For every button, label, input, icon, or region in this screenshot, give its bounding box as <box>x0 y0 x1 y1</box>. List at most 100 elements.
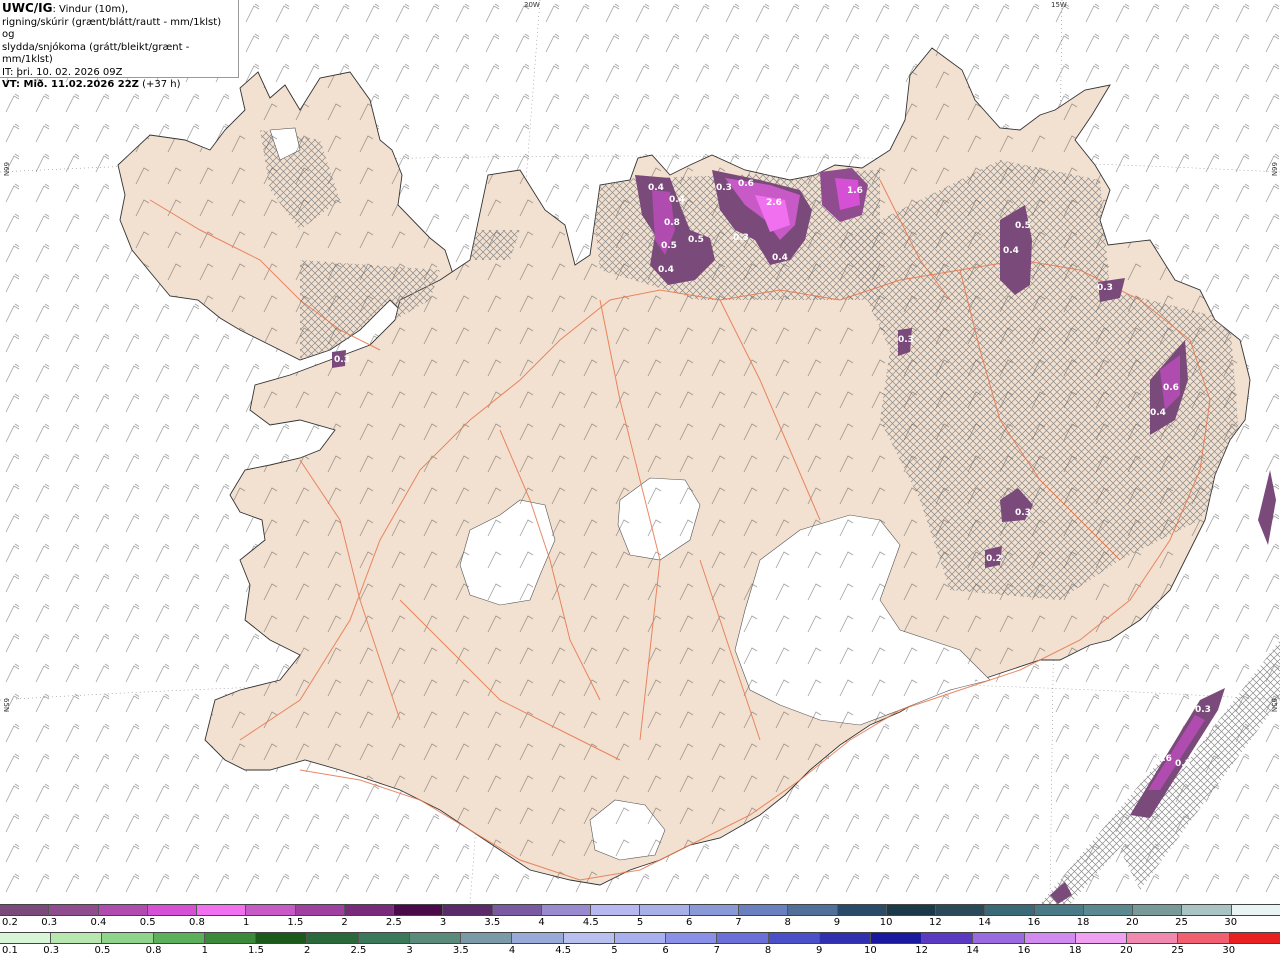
precip-label: 0.4 <box>1150 408 1166 418</box>
lat-label-left-65n: 65N <box>2 698 10 713</box>
rain-color-segment <box>1229 933 1280 943</box>
rain-tick-label: 3 <box>406 945 413 956</box>
snow-color-segment <box>640 905 690 915</box>
rain-tick-label: 0.3 <box>43 945 60 956</box>
rain-color-segment <box>922 933 974 943</box>
snow-tick-label: 6 <box>686 917 693 928</box>
rain-tick-label: 8 <box>764 945 772 956</box>
snow-tick-label: 1 <box>242 917 250 928</box>
rain-tick-label: 9 <box>816 945 823 956</box>
precip-label: 2.6 <box>766 198 782 208</box>
map-info-box: UWC/IG: Vindur (10m), rigning/skúrir (gr… <box>0 0 239 90</box>
rain-tick-label: 2 <box>304 945 311 956</box>
snow-tick-label: 5 <box>636 917 644 928</box>
precip-label: 0.4 <box>669 195 685 205</box>
rain-tick-label: 4 <box>508 945 516 956</box>
precip-label: 0.5 <box>661 241 677 251</box>
rain-color-segment <box>1127 933 1179 943</box>
precip-label: 1.6 <box>847 186 863 196</box>
valid-time: VT: Mið. 11.02.2026 22Z <box>2 79 139 90</box>
legend: 0.2 0.3 0.4 0.5 0.8 1 1.5 2 2.5 3 3.5 4 4.5 5 6 7 8 9 10 12… <box>0 904 1280 960</box>
snow-color-segment <box>936 905 986 915</box>
lon-label-15w: 15W <box>1051 1 1067 9</box>
weather-map[interactable]: 0.4 0.4 0.8 0.5 0.5 0.4 0.6 0.3 2.6 0.3 … <box>0 0 1280 904</box>
rain-color-segment <box>819 933 871 943</box>
precip-label: 0.4 <box>1003 246 1019 256</box>
precip-label: 0.4 <box>658 265 674 275</box>
snow-color-segment <box>443 905 493 915</box>
snow-tick-label: 1.5 <box>287 917 304 928</box>
precip-label: 0.3 <box>733 233 749 243</box>
snow-color-segment <box>1083 905 1134 915</box>
snow-tick-label: 10 <box>879 917 893 928</box>
snow-colorbar <box>0 904 1280 916</box>
snow-color-segment <box>344 905 395 915</box>
snow-color-segment <box>1034 905 1084 915</box>
rain-tick-label: 4.5 <box>555 945 572 956</box>
forecast-offset: (+37 h) <box>138 79 181 90</box>
rain-color-segment <box>512 933 564 943</box>
init-time: IT: þri. 10. 02. 2026 09Z <box>2 66 123 78</box>
snow-color-segment <box>0 905 50 915</box>
info-line-3: slydda/snjókoma (grátt/bleikt/grænt - mm… <box>2 41 190 66</box>
snow-tick-label: 2.5 <box>385 917 402 928</box>
snow-color-segment <box>1231 905 1280 915</box>
snow-tick-label: 4 <box>538 917 545 928</box>
precip-label: 0.3 <box>898 335 914 345</box>
rain-color-segment <box>973 933 1025 943</box>
rain-tick-label: 7 <box>713 945 720 956</box>
snow-tick-label: 0.4 <box>90 917 107 928</box>
rain-tick-label: 14 <box>966 945 980 956</box>
rain-tick-label: 6 <box>662 945 669 956</box>
snow-tick-label: 0.8 <box>188 917 205 928</box>
rain-color-segment <box>102 933 154 943</box>
lat-label-right-65n: 65N <box>1270 698 1278 713</box>
rain-color-segment <box>666 933 718 943</box>
rain-color-segment <box>461 933 513 943</box>
rain-tick-label: 30 <box>1222 945 1236 956</box>
snow-color-segment <box>985 905 1035 915</box>
snow-color-segment <box>837 905 887 915</box>
rain-color-segment <box>614 933 667 943</box>
rain-tick-label: 18 <box>1068 945 1082 956</box>
rain-colorbar <box>0 932 1280 944</box>
rain-tick-label: 12 <box>915 945 928 956</box>
lon-label-20w: 20W <box>524 1 540 9</box>
rain-tick-label: 25 <box>1171 945 1184 956</box>
snow-color-segment <box>49 905 99 915</box>
lat-label-right-66n: 66N <box>1270 162 1278 177</box>
snow-color-segment <box>295 905 345 915</box>
snow-color-segment <box>788 905 838 915</box>
snow-color-segment <box>738 905 789 915</box>
snow-color-segment <box>591 905 641 915</box>
precip-label: 0.3 <box>1015 508 1031 518</box>
info-line-2: rigning/skúrir (grænt/blátt/rautt - mm/1… <box>2 16 222 41</box>
precip-label: 0.3 <box>716 183 732 193</box>
rain-color-segment <box>153 933 205 943</box>
rain-color-segment <box>256 933 308 943</box>
snow-tick-label: 0.3 <box>41 917 58 928</box>
snow-tick-label: 30 <box>1224 917 1238 928</box>
snow-color-segment <box>1133 905 1183 915</box>
snow-tick-label: 9 <box>833 917 841 928</box>
rain-color-segment <box>358 933 410 943</box>
rain-tick-label: 20 <box>1120 945 1133 956</box>
snow-tick-label: 20 <box>1125 917 1139 928</box>
rain-colorbar-ticks: 0.1 0.3 0.5 0.8 1 1.5 2 2.5 3 3.5 4 4.5 5 6 7 8 9 10 12 14 1… <box>0 945 1280 957</box>
rain-color-segment <box>1178 933 1230 943</box>
snow-color-segment <box>541 905 592 915</box>
precip-label: 0.8 <box>664 218 680 228</box>
snow-color-segment <box>886 905 937 915</box>
info-line-1: UWC/IG: Vindur (10m), <box>2 2 236 17</box>
snow-tick-label: 0.5 <box>139 917 156 928</box>
lat-label-left-66n: 66N <box>2 162 10 177</box>
rain-color-segment <box>0 933 52 943</box>
snow-color-segment <box>1182 905 1232 915</box>
rain-color-segment <box>409 933 462 943</box>
rain-tick-label: 2.5 <box>350 945 367 956</box>
rain-color-segment <box>51 933 103 943</box>
snow-tick-label: 4.5 <box>582 917 599 928</box>
info-line-1-rest: : Vindur (10m), <box>52 4 129 15</box>
snow-color-segment <box>689 905 739 915</box>
valid-time-line: VT: Mið. 11.02.2026 22Z (+37 h) <box>2 79 236 92</box>
